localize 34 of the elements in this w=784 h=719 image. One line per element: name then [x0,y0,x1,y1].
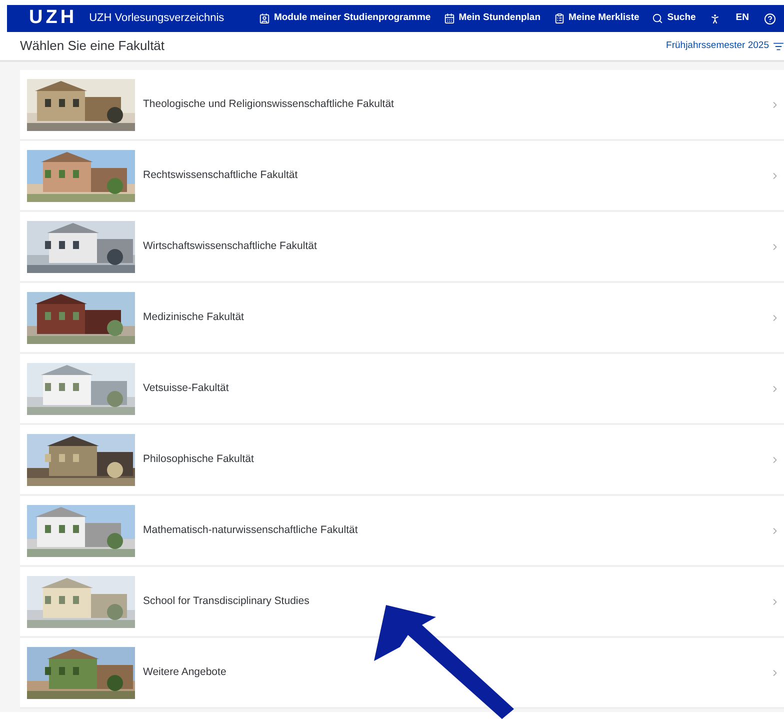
clipboard-icon [554,13,565,24]
faculty-name: Theologische und Religionswissenschaftliche Fakultät [143,96,394,112]
faculty-name: Weitere Angebote [143,664,226,680]
faculty-name: School for Transdisciplinary Studies [143,594,310,609]
nav-link[interactable]: Mein Stundenplan [444,11,541,26]
nav-link[interactable]: Module meiner Studienprogramme [258,11,431,26]
faculty-item[interactable]: Philosophische Fakultät [20,425,784,496]
faculty-name: Wirtschaftswissenschaftliche Fakultät [143,238,317,254]
faculty-name: Philosophische Fakultät [143,452,254,467]
filter-icon [773,40,784,52]
faculty-item[interactable]: Weitere Angebote [20,638,784,709]
semester-selector[interactable]: Frühjahrssemester 2025 [666,38,784,54]
faculty-item[interactable]: Vetsuisse-Fakultät [20,354,784,425]
faculty-item[interactable]: Medizinische Fakultät [20,283,784,354]
contact-card-icon [258,13,270,24]
nav-link[interactable]: Suche [652,11,696,26]
app-title: UZH Vorlesungsverzeichnis [89,11,224,26]
faculty-item[interactable]: Theologische und Religionswissenschaftliche Fakultät [20,70,784,141]
language-button[interactable]: EN [734,11,751,26]
search-icon [652,13,664,24]
faculty-name: Medizinische Fakultät [143,310,244,325]
help-icon[interactable] [764,12,776,24]
faculty-item[interactable]: Mathematisch-naturwissenschaftliche Fakultät [20,496,784,567]
faculty-item[interactable]: School for Transdisciplinary Studies [20,567,784,638]
faculty-name: Mathematisch-naturwissenschaftliche Fakultät [143,522,358,538]
faculty-item[interactable]: Wirtschaftswissenschaftliche Fakultät [20,212,784,283]
calendar-icon [444,13,455,24]
logo[interactable]: UZH [29,4,78,33]
page-title: Wählen Sie eine Fakultät [20,37,165,56]
faculty-name: Vetsuisse-Fakultät [143,380,229,396]
faculty-name: Rechtswissenschaftliche Fakultät [143,168,298,183]
nav-link[interactable]: Meine Merkliste [554,11,640,26]
person-icon[interactable] [708,12,721,24]
faculty-item[interactable]: Rechtswissenschaftliche Fakultät [20,141,784,212]
